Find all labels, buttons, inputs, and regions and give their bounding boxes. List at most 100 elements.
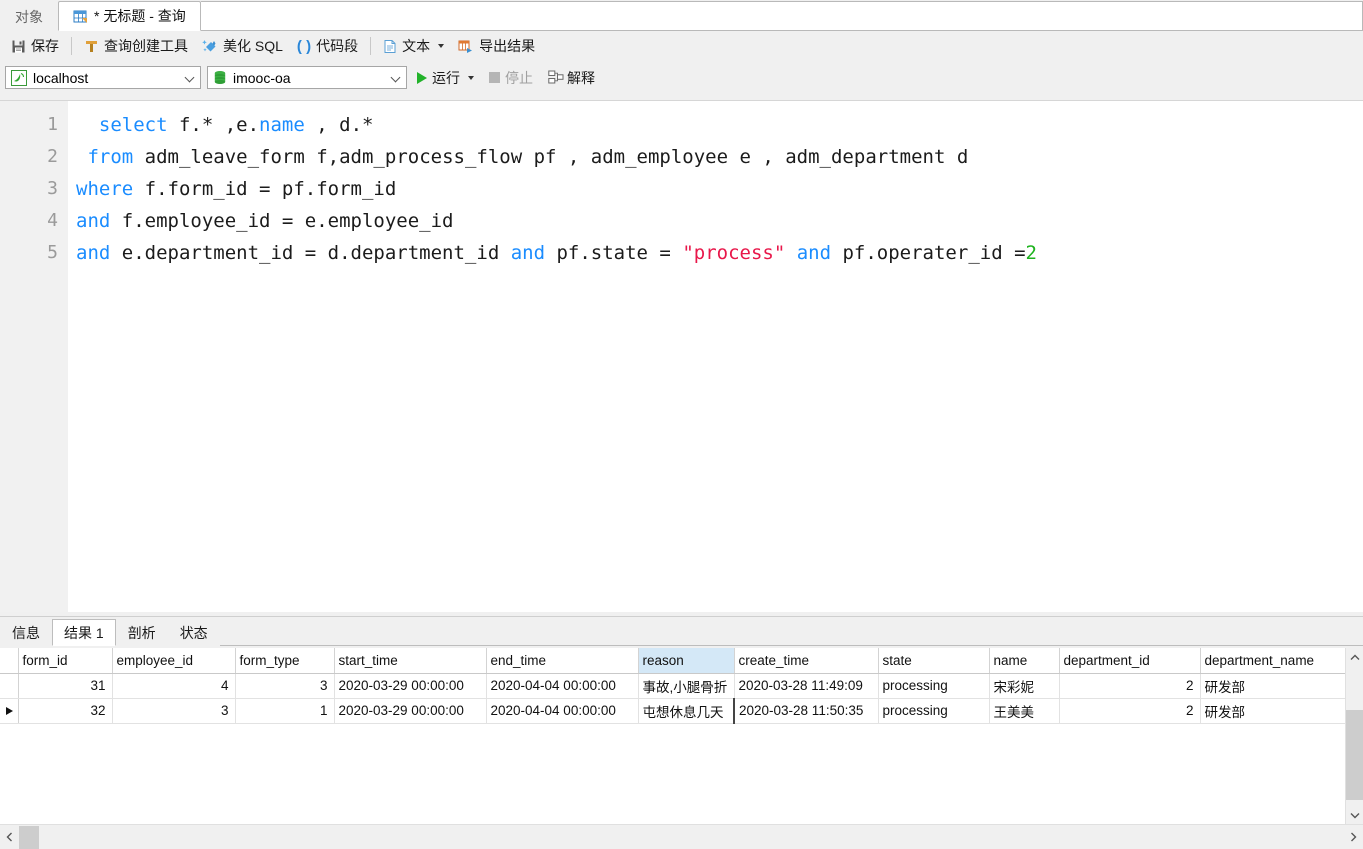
column-header-form_id[interactable]: form_id	[18, 648, 113, 674]
explain-button[interactable]: 解释	[546, 66, 602, 90]
cell-start_time[interactable]: 2020-03-29 00:00:00	[334, 673, 487, 699]
code-line-text[interactable]: and f.employee_id = e.employee_id	[76, 205, 454, 237]
mysql-dolphin-icon	[11, 69, 27, 86]
code-token: and	[76, 210, 111, 232]
save-button[interactable]: 保存	[4, 34, 66, 58]
main-toolbar: 保存 查询创建工具 美化 SQL () 代码段 文本 导出结果	[0, 31, 1363, 62]
result-tab-label: 结果 1	[64, 624, 104, 641]
database-select[interactable]: imooc-oa	[207, 66, 407, 89]
column-header-start_time[interactable]: start_time	[334, 648, 487, 674]
table-row[interactable]: 31 4 3 2020-03-29 00:00:00 2020-04-04 00:00:…	[0, 673, 1349, 699]
cell-name[interactable]: 宋彩妮	[989, 673, 1060, 699]
column-header-end_time[interactable]: end_time	[486, 648, 639, 674]
code-snippet-button[interactable]: ( ) 代码段	[290, 34, 365, 58]
column-header-employee_id[interactable]: employee_id	[112, 648, 236, 674]
column-header-label: state	[882, 652, 912, 668]
cell-department_name[interactable]: 研发部	[1200, 698, 1349, 724]
tab-query-untitled[interactable]: * 无标题 - 查询	[58, 1, 201, 31]
vertical-scroll-thumb[interactable]	[1346, 710, 1363, 800]
toolbar-separator-2	[370, 37, 372, 55]
tab-bar-filler	[200, 1, 1363, 31]
beautify-sql-label: 美化 SQL	[223, 38, 283, 54]
result-tab-bar: 信息 结果 1 剖析 状态	[0, 616, 1363, 646]
explain-label: 解释	[567, 69, 595, 86]
sql-code-area[interactable]: 1 select f.* ,e.name , d.* 2 from adm_lea…	[0, 109, 1363, 269]
cell-name[interactable]: 王美美	[989, 698, 1060, 724]
cell-end_time[interactable]: 2020-04-04 00:00:00	[486, 698, 639, 724]
code-line-text[interactable]: select f.* ,e.name , d.*	[76, 109, 374, 141]
horizontal-scroll-thumb[interactable]	[19, 825, 39, 849]
chevron-down-icon[interactable]	[468, 75, 474, 80]
run-button[interactable]: 运行	[413, 66, 481, 90]
column-header-reason[interactable]: reason	[638, 648, 735, 674]
column-header-department_id[interactable]: department_id	[1059, 648, 1201, 674]
code-line: 5 and e.department_id = d.department_id a…	[0, 237, 1363, 269]
cell-employee_id[interactable]: 4	[112, 673, 236, 699]
text-view-label: 文本	[402, 38, 431, 54]
cell-department_id[interactable]: 2	[1059, 698, 1201, 724]
explain-icon	[548, 70, 564, 85]
chevron-down-icon[interactable]	[438, 44, 445, 48]
scroll-down-arrow-icon[interactable]	[1346, 806, 1363, 824]
cell-reason[interactable]: 屯想休息几天	[638, 698, 735, 724]
text-view-button[interactable]: 文本	[376, 34, 451, 58]
grid-empty-area	[0, 763, 1345, 824]
beautify-sql-button[interactable]: 美化 SQL	[195, 34, 290, 58]
result-tab-1[interactable]: 结果 1	[52, 619, 116, 646]
chevron-down-icon[interactable]	[185, 72, 196, 83]
table-row[interactable]: 32 3 1 2020-03-29 00:00:00 2020-04-04 00:00:…	[0, 698, 1349, 724]
export-result-button[interactable]: 导出结果	[451, 34, 542, 58]
code-token: e.department_id = d.department_id	[110, 242, 511, 264]
horizontal-scroll-track[interactable]	[19, 825, 1344, 849]
cell-value: 研发部	[1204, 704, 1246, 720]
cell-end_time[interactable]: 2020-04-04 00:00:00	[486, 673, 639, 699]
connection-select[interactable]: localhost	[5, 66, 201, 89]
cell-form_type[interactable]: 1	[235, 698, 335, 724]
column-header-label: end_time	[490, 652, 547, 668]
code-line-text[interactable]: from adm_leave_form f,adm_process_flow p…	[76, 141, 968, 173]
code-token: f.form_id = pf.form_id	[133, 178, 397, 200]
column-header-state[interactable]: state	[878, 648, 990, 674]
column-header-form_type[interactable]: form_type	[235, 648, 335, 674]
grid-horizontal-scrollbar[interactable]	[0, 824, 1363, 849]
scroll-up-arrow-icon[interactable]	[1346, 648, 1363, 666]
cell-start_time[interactable]: 2020-03-29 00:00:00	[334, 698, 487, 724]
cell-employee_id[interactable]: 3	[112, 698, 236, 724]
cell-create_time[interactable]: 2020-03-28 11:49:09	[734, 673, 879, 699]
code-line-text[interactable]: and e.department_id = d.department_id an…	[76, 237, 1037, 269]
chevron-down-icon[interactable]	[391, 72, 402, 83]
cell-department_name[interactable]: 研发部	[1200, 673, 1349, 699]
code-token: pf.state =	[545, 242, 683, 264]
result-tab-0[interactable]: 信息	[0, 619, 52, 646]
column-header-department_name[interactable]: department_name	[1200, 648, 1349, 674]
database-icon	[213, 70, 227, 86]
cell-create_time[interactable]: 2020-03-28 11:50:35	[734, 698, 879, 724]
result-tab-3[interactable]: 状态	[168, 619, 220, 646]
scroll-left-arrow-icon[interactable]	[0, 825, 19, 849]
code-token: and	[76, 242, 111, 264]
cell-form_id[interactable]: 32	[18, 698, 113, 724]
query-builder-icon	[84, 39, 99, 54]
tab-objects[interactable]: 对象	[0, 1, 58, 31]
cell-department_id[interactable]: 2	[1059, 673, 1201, 699]
cell-value: 2020-03-29 00:00:00	[338, 703, 464, 718]
current-row-indicator-icon	[5, 707, 13, 715]
cell-form_id[interactable]: 31	[18, 673, 113, 699]
sql-editor[interactable]: 1 select f.* ,e.name , d.* 2 from adm_lea…	[0, 100, 1363, 612]
column-header-create_time[interactable]: create_time	[734, 648, 879, 674]
cell-reason[interactable]: 事故,小腿骨折	[638, 673, 735, 699]
column-header-name[interactable]: name	[989, 648, 1060, 674]
cell-value: 2	[1185, 703, 1194, 718]
cell-form_type[interactable]: 3	[235, 673, 335, 699]
cell-state[interactable]: processing	[878, 698, 990, 724]
run-label: 运行	[432, 69, 460, 86]
code-line-text[interactable]: where f.form_id = pf.form_id	[76, 173, 396, 205]
cell-state[interactable]: processing	[878, 673, 990, 699]
scroll-right-arrow-icon[interactable]	[1344, 825, 1363, 849]
grid-vertical-scrollbar[interactable]	[1345, 648, 1363, 824]
query-builder-button[interactable]: 查询创建工具	[77, 34, 195, 58]
table-header-row: form_id employee_id form_type start_time end…	[0, 648, 1349, 674]
result-tab-2[interactable]: 剖析	[116, 619, 168, 646]
column-header-label: start_time	[338, 652, 398, 668]
